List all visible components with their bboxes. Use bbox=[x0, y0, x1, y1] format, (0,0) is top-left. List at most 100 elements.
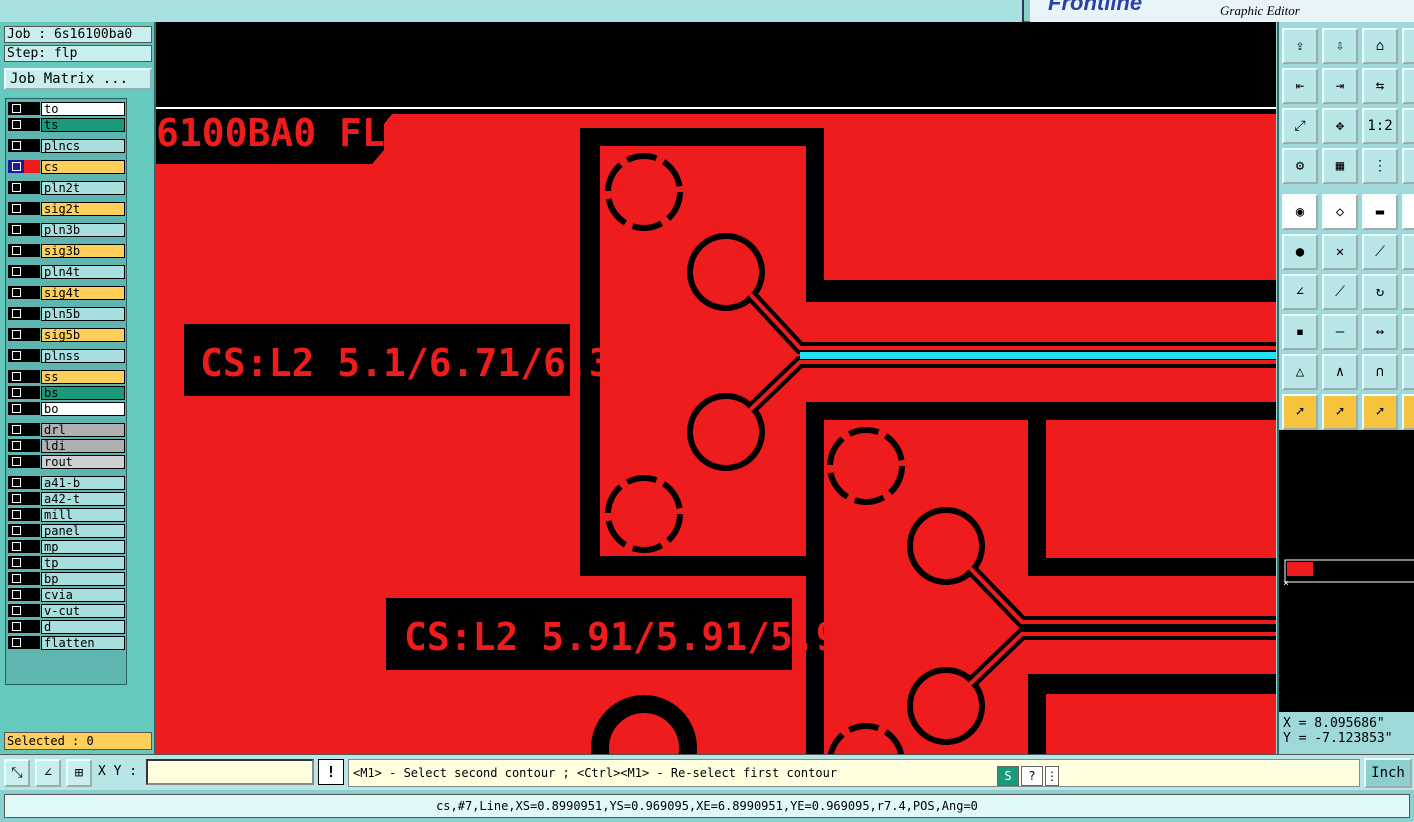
layer-checkbox[interactable] bbox=[8, 328, 24, 341]
prev-view-icon[interactable]: ⇤ bbox=[1282, 68, 1318, 104]
layer-name[interactable]: bo bbox=[41, 402, 125, 416]
layer-name[interactable]: mill bbox=[41, 508, 125, 522]
dots-icon[interactable]: • bbox=[1402, 234, 1414, 270]
layer-checkbox[interactable] bbox=[8, 636, 24, 649]
apex-icon[interactable]: ∧ bbox=[1322, 354, 1358, 390]
layer-checkbox[interactable] bbox=[8, 370, 24, 383]
execute-button[interactable]: ! bbox=[318, 759, 344, 785]
ruler-icon[interactable]: ▬ bbox=[1362, 194, 1398, 230]
layer-name[interactable]: panel bbox=[41, 524, 125, 538]
lines-icon[interactable]: ═ bbox=[1402, 274, 1414, 310]
layer-name[interactable]: rout bbox=[41, 455, 125, 469]
layer-checkbox[interactable] bbox=[8, 604, 24, 617]
layer-checkbox[interactable] bbox=[8, 286, 24, 299]
select-pad-icon[interactable]: ▪ bbox=[1282, 314, 1318, 350]
layer-name[interactable]: sig3b bbox=[41, 244, 125, 258]
layer-checkbox[interactable] bbox=[8, 524, 24, 537]
layer-name[interactable]: drl bbox=[41, 423, 125, 437]
cut-icon[interactable]: — bbox=[1322, 314, 1358, 350]
layer-row-to[interactable]: to bbox=[6, 101, 128, 116]
layer-row-sig4t[interactable]: sig4t bbox=[6, 285, 128, 300]
layer-name[interactable]: cs bbox=[41, 160, 125, 174]
xy-input[interactable] bbox=[146, 759, 314, 785]
layer-row-pln3b[interactable]: pln3b bbox=[6, 222, 128, 237]
pointer-circle-icon[interactable]: ➚ bbox=[1362, 394, 1398, 430]
pointer-box-icon[interactable]: ➚ bbox=[1322, 394, 1358, 430]
layer-name[interactable]: bp bbox=[41, 572, 125, 586]
probe-icon[interactable]: ◌ bbox=[1402, 314, 1414, 350]
layer-checkbox[interactable] bbox=[8, 244, 24, 257]
layer-name[interactable]: pln4t bbox=[41, 265, 125, 279]
center-icon[interactable]: ✥ bbox=[1322, 108, 1358, 144]
export-icon[interactable]: ⇩ bbox=[1322, 28, 1358, 64]
layer-checkbox[interactable] bbox=[8, 386, 24, 399]
rotate-icon[interactable]: ↻ bbox=[1362, 274, 1398, 310]
connect-icon[interactable]: ⟋ bbox=[1362, 234, 1398, 270]
layer-name[interactable]: ldi bbox=[41, 439, 125, 453]
layer-checkbox[interactable] bbox=[8, 476, 24, 489]
layer-row-plnss[interactable]: plnss bbox=[6, 348, 128, 363]
scale-icon[interactable]: 1:2 bbox=[1362, 108, 1398, 144]
next-view-icon[interactable]: ⇥ bbox=[1322, 68, 1358, 104]
layer-checkbox[interactable] bbox=[8, 160, 24, 173]
layer-checkbox[interactable] bbox=[8, 423, 24, 436]
layer-name[interactable]: to bbox=[41, 102, 125, 116]
flag-icon[interactable]: ⚑ bbox=[1402, 354, 1414, 390]
arch-icon[interactable]: ∩ bbox=[1362, 354, 1398, 390]
layer-checkbox[interactable] bbox=[8, 307, 24, 320]
panel-icon[interactable]: ▢ bbox=[1402, 28, 1414, 64]
layer-name[interactable]: v-cut bbox=[41, 604, 125, 618]
pad-icon[interactable]: ◉ bbox=[1282, 194, 1318, 230]
layer-checkbox[interactable] bbox=[8, 181, 24, 194]
job-matrix-button[interactable]: Job Matrix ... bbox=[4, 68, 152, 90]
layer-row-mp[interactable]: mp bbox=[6, 539, 128, 554]
layer-row-panel[interactable]: panel bbox=[6, 523, 128, 538]
layer-row-bo[interactable]: bo bbox=[6, 401, 128, 416]
layer-row-pln2t[interactable]: pln2t bbox=[6, 180, 128, 195]
angle-snap-icon[interactable]: ∠ bbox=[35, 759, 61, 787]
delta-icon[interactable]: △ bbox=[1282, 354, 1318, 390]
layer-row-v-cut[interactable]: v-cut bbox=[6, 603, 128, 618]
import-icon[interactable]: ⇪ bbox=[1282, 28, 1318, 64]
nodes-icon[interactable]: ● bbox=[1282, 234, 1318, 270]
pointer-icon[interactable]: ➚ bbox=[1282, 394, 1318, 430]
snap-icon[interactable]: ◎ bbox=[1402, 194, 1414, 230]
pcb-drawing[interactable]: 6100BA0 FLP CS:L2 5.1/6.71/6.38 CS:L2 5.… bbox=[156, 22, 1276, 754]
layer-checkbox[interactable] bbox=[8, 492, 24, 505]
layer-checkbox[interactable] bbox=[8, 439, 24, 452]
layer-name[interactable]: a42-t bbox=[41, 492, 125, 506]
layer-name[interactable]: sig4t bbox=[41, 286, 125, 300]
cross-icon[interactable]: ✕ bbox=[1322, 234, 1358, 270]
s-icon[interactable]: S bbox=[997, 766, 1019, 786]
layer-name[interactable]: ts bbox=[41, 118, 125, 132]
layers2-icon[interactable]: ⋮ bbox=[1402, 148, 1414, 184]
layer-row-flatten[interactable]: flatten bbox=[6, 635, 128, 650]
layer-row-ldi[interactable]: ldi bbox=[6, 438, 128, 453]
layer-name[interactable]: bs bbox=[41, 386, 125, 400]
layer-row-pln4t[interactable]: pln4t bbox=[6, 264, 128, 279]
layer-row-bs[interactable]: bs bbox=[6, 385, 128, 400]
menu-strip[interactable] bbox=[0, 0, 1024, 22]
dropdown-icon[interactable]: ⋮ bbox=[1045, 766, 1059, 786]
layer-checkbox[interactable] bbox=[8, 402, 24, 415]
layer-checkbox[interactable] bbox=[8, 118, 24, 131]
layer-checkbox[interactable] bbox=[8, 508, 24, 521]
home-icon[interactable]: ⌂ bbox=[1362, 28, 1398, 64]
slope-icon[interactable]: ⟋ bbox=[1322, 274, 1358, 310]
graphic-canvas[interactable]: 6100BA0 FLP CS:L2 5.1/6.71/6.38 CS:L2 5.… bbox=[156, 22, 1276, 754]
layer-name[interactable]: flatten bbox=[41, 636, 125, 650]
zoom-box-icon[interactable]: ▣ bbox=[1402, 108, 1414, 144]
angle-icon[interactable]: ∠ bbox=[1282, 274, 1318, 310]
layer-name[interactable]: plnss bbox=[41, 349, 125, 363]
layer-name[interactable]: sig2t bbox=[41, 202, 125, 216]
layer-name[interactable]: tp bbox=[41, 556, 125, 570]
mirror-icon[interactable]: ⇆ bbox=[1362, 68, 1398, 104]
layer-row-a41-b[interactable]: a41-b bbox=[6, 475, 128, 490]
layer-name[interactable]: d bbox=[41, 620, 125, 634]
layer-name[interactable]: sig5b bbox=[41, 328, 125, 342]
layer-checkbox[interactable] bbox=[8, 540, 24, 553]
layer-row-sig2t[interactable]: sig2t bbox=[6, 201, 128, 216]
layer-checkbox[interactable] bbox=[8, 572, 24, 585]
layer-row-a42-t[interactable]: a42-t bbox=[6, 491, 128, 506]
layer-row-bp[interactable]: bp bbox=[6, 571, 128, 586]
